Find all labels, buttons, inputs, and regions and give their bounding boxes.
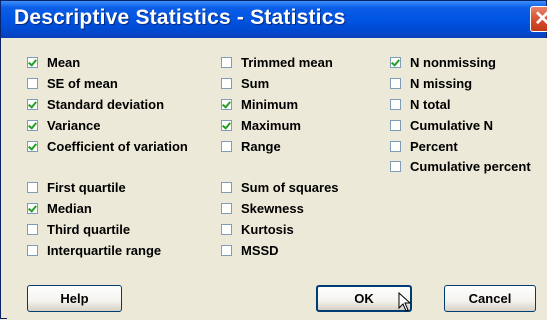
checkbox-third-quartile[interactable]: Third quartile	[27, 221, 130, 238]
checkbox-label: N missing	[410, 76, 473, 91]
checkbox-label: Range	[241, 139, 281, 154]
checkbox-box[interactable]	[221, 224, 232, 235]
checkbox-label: Cumulative N	[410, 118, 494, 133]
checkbox-box[interactable]	[221, 99, 232, 110]
checkbox-interquartile-range[interactable]: Interquartile range	[27, 242, 161, 259]
checkbox-label: Coefficient of variation	[47, 139, 188, 154]
checkbox-mssd[interactable]: MSSD	[221, 242, 279, 259]
mouse-cursor-icon	[398, 292, 412, 312]
checkbox-label: Percent	[410, 139, 458, 154]
checkbox-box[interactable]	[27, 182, 38, 193]
checkbox-median[interactable]: Median	[27, 200, 92, 217]
checkbox-box[interactable]	[27, 99, 38, 110]
checkbox-sum-of-squares[interactable]: Sum of squares	[221, 179, 339, 196]
checkbox-box[interactable]	[27, 245, 38, 256]
checkbox-se-of-mean[interactable]: SE of mean	[27, 75, 118, 92]
checkbox-n-total[interactable]: N total	[390, 96, 450, 113]
checkbox-label: MSSD	[241, 243, 279, 258]
checkbox-box[interactable]	[27, 141, 38, 152]
checkbox-box[interactable]	[390, 141, 401, 152]
checkbox-box[interactable]	[27, 120, 38, 131]
checkbox-label: N total	[410, 97, 451, 112]
checkbox-first-quartile[interactable]: First quartile	[27, 179, 126, 196]
checkbox-box[interactable]	[27, 203, 38, 214]
checkbox-trimmed-mean[interactable]: Trimmed mean	[221, 54, 333, 71]
checkbox-label: Sum of squares	[241, 180, 339, 195]
checkbox-box[interactable]	[390, 57, 401, 68]
checkbox-coefficient-of-variation[interactable]: Coefficient of variation	[27, 138, 188, 155]
checkbox-box[interactable]	[221, 182, 232, 193]
cancel-button[interactable]: Cancel	[444, 285, 536, 312]
checkbox-label: Median	[47, 201, 92, 216]
checkbox-label: SE of mean	[47, 76, 118, 91]
checkbox-box[interactable]	[27, 224, 38, 235]
close-icon: ✕	[534, 8, 547, 30]
checkbox-label: Sum	[241, 76, 270, 91]
checkbox-cumulative-n[interactable]: Cumulative N	[390, 117, 493, 134]
checkbox-cumulative-percent[interactable]: Cumulative percent	[390, 158, 531, 175]
checkbox-box[interactable]	[27, 57, 38, 68]
checkbox-label: Maximum	[241, 118, 301, 133]
checkbox-label: First quartile	[47, 180, 126, 195]
checkbox-box[interactable]	[221, 141, 232, 152]
checkbox-skewness[interactable]: Skewness	[221, 200, 304, 217]
checkbox-label: Mean	[47, 55, 81, 70]
checkbox-label: Third quartile	[47, 222, 131, 237]
checkbox-label: Trimmed mean	[241, 55, 333, 70]
window-title: Descriptive Statistics - Statistics	[14, 6, 346, 29]
checkbox-percent[interactable]: Percent	[390, 138, 458, 155]
checkbox-label: Kurtosis	[241, 222, 294, 237]
checkbox-label: N nonmissing	[410, 55, 496, 70]
checkbox-n-missing[interactable]: N missing	[390, 75, 472, 92]
close-button[interactable]: ✕	[530, 6, 547, 32]
help-button[interactable]: Help	[27, 285, 122, 312]
checkbox-label: Minimum	[241, 97, 299, 112]
checkbox-sum[interactable]: Sum	[221, 75, 269, 92]
checkbox-box[interactable]	[390, 161, 401, 172]
dialog-body: Mean SE of mean Standard deviation Varia…	[7, 38, 547, 320]
checkbox-label: Variance	[47, 118, 101, 133]
checkbox-box[interactable]	[390, 120, 401, 131]
checkbox-standard-deviation[interactable]: Standard deviation	[27, 96, 164, 113]
checkbox-range[interactable]: Range	[221, 138, 281, 155]
dialog-window: Descriptive Statistics - Statistics ✕ Me…	[0, 0, 547, 320]
checkbox-box[interactable]	[390, 78, 401, 89]
checkbox-box[interactable]	[27, 78, 38, 89]
checkbox-maximum[interactable]: Maximum	[221, 117, 301, 134]
checkbox-variance[interactable]: Variance	[27, 117, 101, 134]
checkbox-mean[interactable]: Mean	[27, 54, 80, 71]
title-bar[interactable]: Descriptive Statistics - Statistics ✕	[1, 1, 547, 38]
checkbox-box[interactable]	[221, 120, 232, 131]
checkbox-minimum[interactable]: Minimum	[221, 96, 298, 113]
checkbox-label: Cumulative percent	[410, 159, 531, 174]
checkbox-box[interactable]	[221, 57, 232, 68]
checkbox-kurtosis[interactable]: Kurtosis	[221, 221, 294, 238]
checkbox-box[interactable]	[221, 245, 232, 256]
checkbox-label: Skewness	[241, 201, 304, 216]
checkbox-label: Interquartile range	[47, 243, 162, 258]
checkbox-box[interactable]	[221, 78, 232, 89]
checkbox-box[interactable]	[221, 203, 232, 214]
checkbox-box[interactable]	[390, 99, 401, 110]
checkbox-label: Standard deviation	[47, 97, 165, 112]
checkbox-n-nonmissing[interactable]: N nonmissing	[390, 54, 496, 71]
